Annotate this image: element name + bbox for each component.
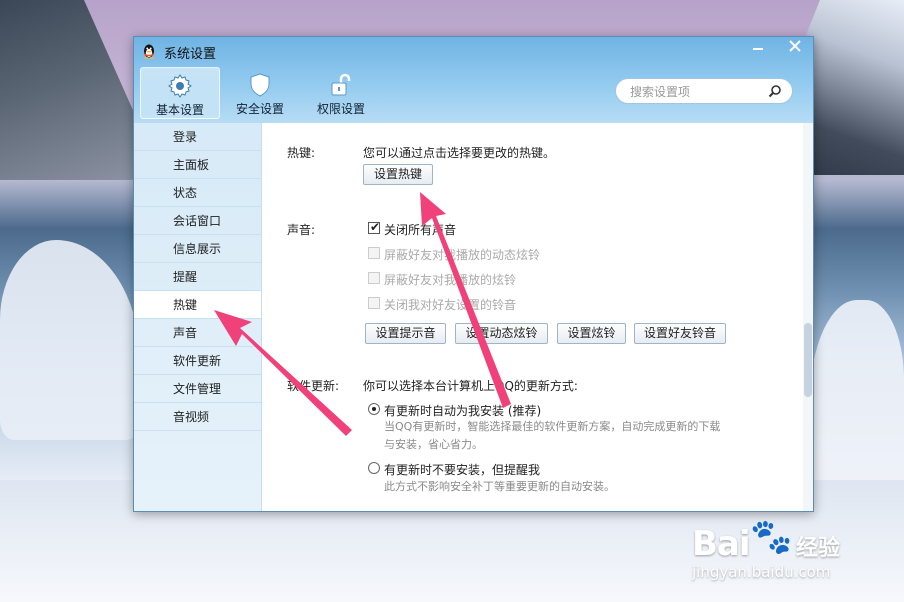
notify-only-radio[interactable] [368, 462, 380, 474]
hotkey-description: 您可以通过点击选择要更改的热键。 [363, 146, 556, 160]
watermark-brand: Bai [692, 524, 751, 564]
radio-selected-dot [372, 407, 376, 411]
sidebar-item-reminder[interactable]: 提醒 [134, 263, 261, 291]
sidebar-item-hotkey[interactable]: 热键 [134, 291, 261, 319]
sidebar-item-file-management[interactable]: 文件管理 [134, 375, 261, 403]
notify-only-desc: 此方式不影响安全补丁等重要更新的自动安装。 [384, 480, 615, 493]
paw-icon: 🐾 [750, 517, 793, 557]
search-icon[interactable] [768, 84, 782, 98]
set-hotkey-button[interactable]: 设置热键 [363, 164, 433, 185]
unlock-icon [331, 73, 351, 96]
tab-basic-settings[interactable]: 基本设置 [140, 67, 220, 119]
search-input[interactable] [628, 82, 762, 102]
update-section-label: 软件更新: [287, 379, 340, 393]
watermark-url: jingyan.baidu.com [692, 563, 831, 581]
sidebar-item-audio-video[interactable]: 音视频 [134, 403, 261, 431]
watermark-sub: 经验 [796, 536, 841, 561]
gear-icon [168, 74, 192, 98]
set-dynamic-ring-button[interactable]: 设置动态炫铃 [455, 323, 548, 344]
block-ring-checkbox[interactable] [368, 272, 380, 284]
close-icon [789, 40, 801, 52]
title-bar: 系统设置 基本设置 安全设置 权限设置 搜索设置项 [134, 37, 813, 123]
baidu-jingyan-watermark: Bai 🐾 经验 jingyan.baidu.com [692, 516, 892, 586]
search-box[interactable] [615, 78, 793, 104]
sidebar-item-login[interactable]: 登录 [134, 123, 261, 151]
tab-permission-settings[interactable]: 权限设置 [302, 67, 380, 117]
tab-label: 基本设置 [155, 103, 204, 117]
tab-label: 安全设置 [235, 102, 284, 116]
window-title: 系统设置 [164, 47, 217, 62]
sidebar-item-status[interactable]: 状态 [134, 179, 261, 207]
notify-only-label: 有更新时不要安装，但提醒我 [384, 463, 541, 477]
background-ice-right [810, 300, 904, 500]
block-dynamic-ring-label: 屏蔽好友对我播放的动态炫铃 [384, 248, 541, 262]
auto-install-desc-line-1: 当QQ有更新时，智能选择最佳的软件更新方案，自动完成更新的下载 [384, 420, 721, 433]
scrollbar[interactable] [803, 123, 813, 511]
background-mountain-left [0, 0, 140, 180]
settings-content: 热键: 您可以通过点击选择要更改的热键。 设置热键 声音: ✔ 关闭所有声音 屏… [262, 123, 802, 511]
auto-install-desc-line-2: 与安装，省心省力。 [384, 438, 483, 451]
block-ring-label: 屏蔽好友对我播放的炫铃 [384, 273, 517, 287]
qq-penguin-icon [143, 44, 155, 59]
auto-install-label: 有更新时自动为我安装 (推荐) [384, 404, 542, 418]
sidebar-item-chat-window[interactable]: 会话窗口 [134, 207, 261, 235]
auto-install-radio[interactable] [368, 403, 380, 415]
tab-label: 权限设置 [316, 102, 365, 116]
scrollbar-thumb[interactable] [804, 323, 812, 397]
minimize-icon [753, 48, 763, 50]
sidebar-item-software-update[interactable]: 软件更新 [134, 347, 261, 375]
shield-icon [250, 73, 270, 97]
settings-window: 系统设置 基本设置 安全设置 权限设置 搜索设置项 登录 主面板 状态 会话窗口… [133, 36, 814, 512]
mute-all-checkbox[interactable]: ✔ [368, 220, 381, 234]
background-ice-left [0, 240, 140, 440]
mute-all-label: 关闭所有声音 [384, 223, 457, 237]
sound-section-label: 声音: [287, 223, 316, 237]
update-description: 你可以选择本台计算机上QQ的更新方式: [363, 379, 578, 393]
close-button[interactable] [782, 37, 808, 57]
block-dynamic-ring-checkbox[interactable] [368, 247, 380, 259]
disable-friend-ringtone-label: 关闭我对好友设置的铃音 [384, 298, 517, 312]
set-ring-button[interactable]: 设置炫铃 [557, 323, 626, 344]
minimize-button[interactable] [745, 37, 771, 57]
set-friend-ringtone-button[interactable]: 设置好友铃音 [634, 323, 726, 344]
sidebar-item-sound[interactable]: 声音 [134, 319, 261, 347]
disable-friend-ringtone-checkbox[interactable] [368, 297, 380, 309]
set-alert-sound-button[interactable]: 设置提示音 [365, 323, 446, 344]
sidebar: 登录 主面板 状态 会话窗口 信息展示 提醒 热键 声音 软件更新 文件管理 音… [134, 123, 262, 511]
hotkey-section-label: 热键: [287, 146, 316, 160]
sidebar-item-main-panel[interactable]: 主面板 [134, 151, 261, 179]
tab-security-settings[interactable]: 安全设置 [221, 67, 299, 117]
sidebar-item-info-display[interactable]: 信息展示 [134, 235, 261, 263]
checkmark-icon: ✔ [370, 220, 381, 234]
